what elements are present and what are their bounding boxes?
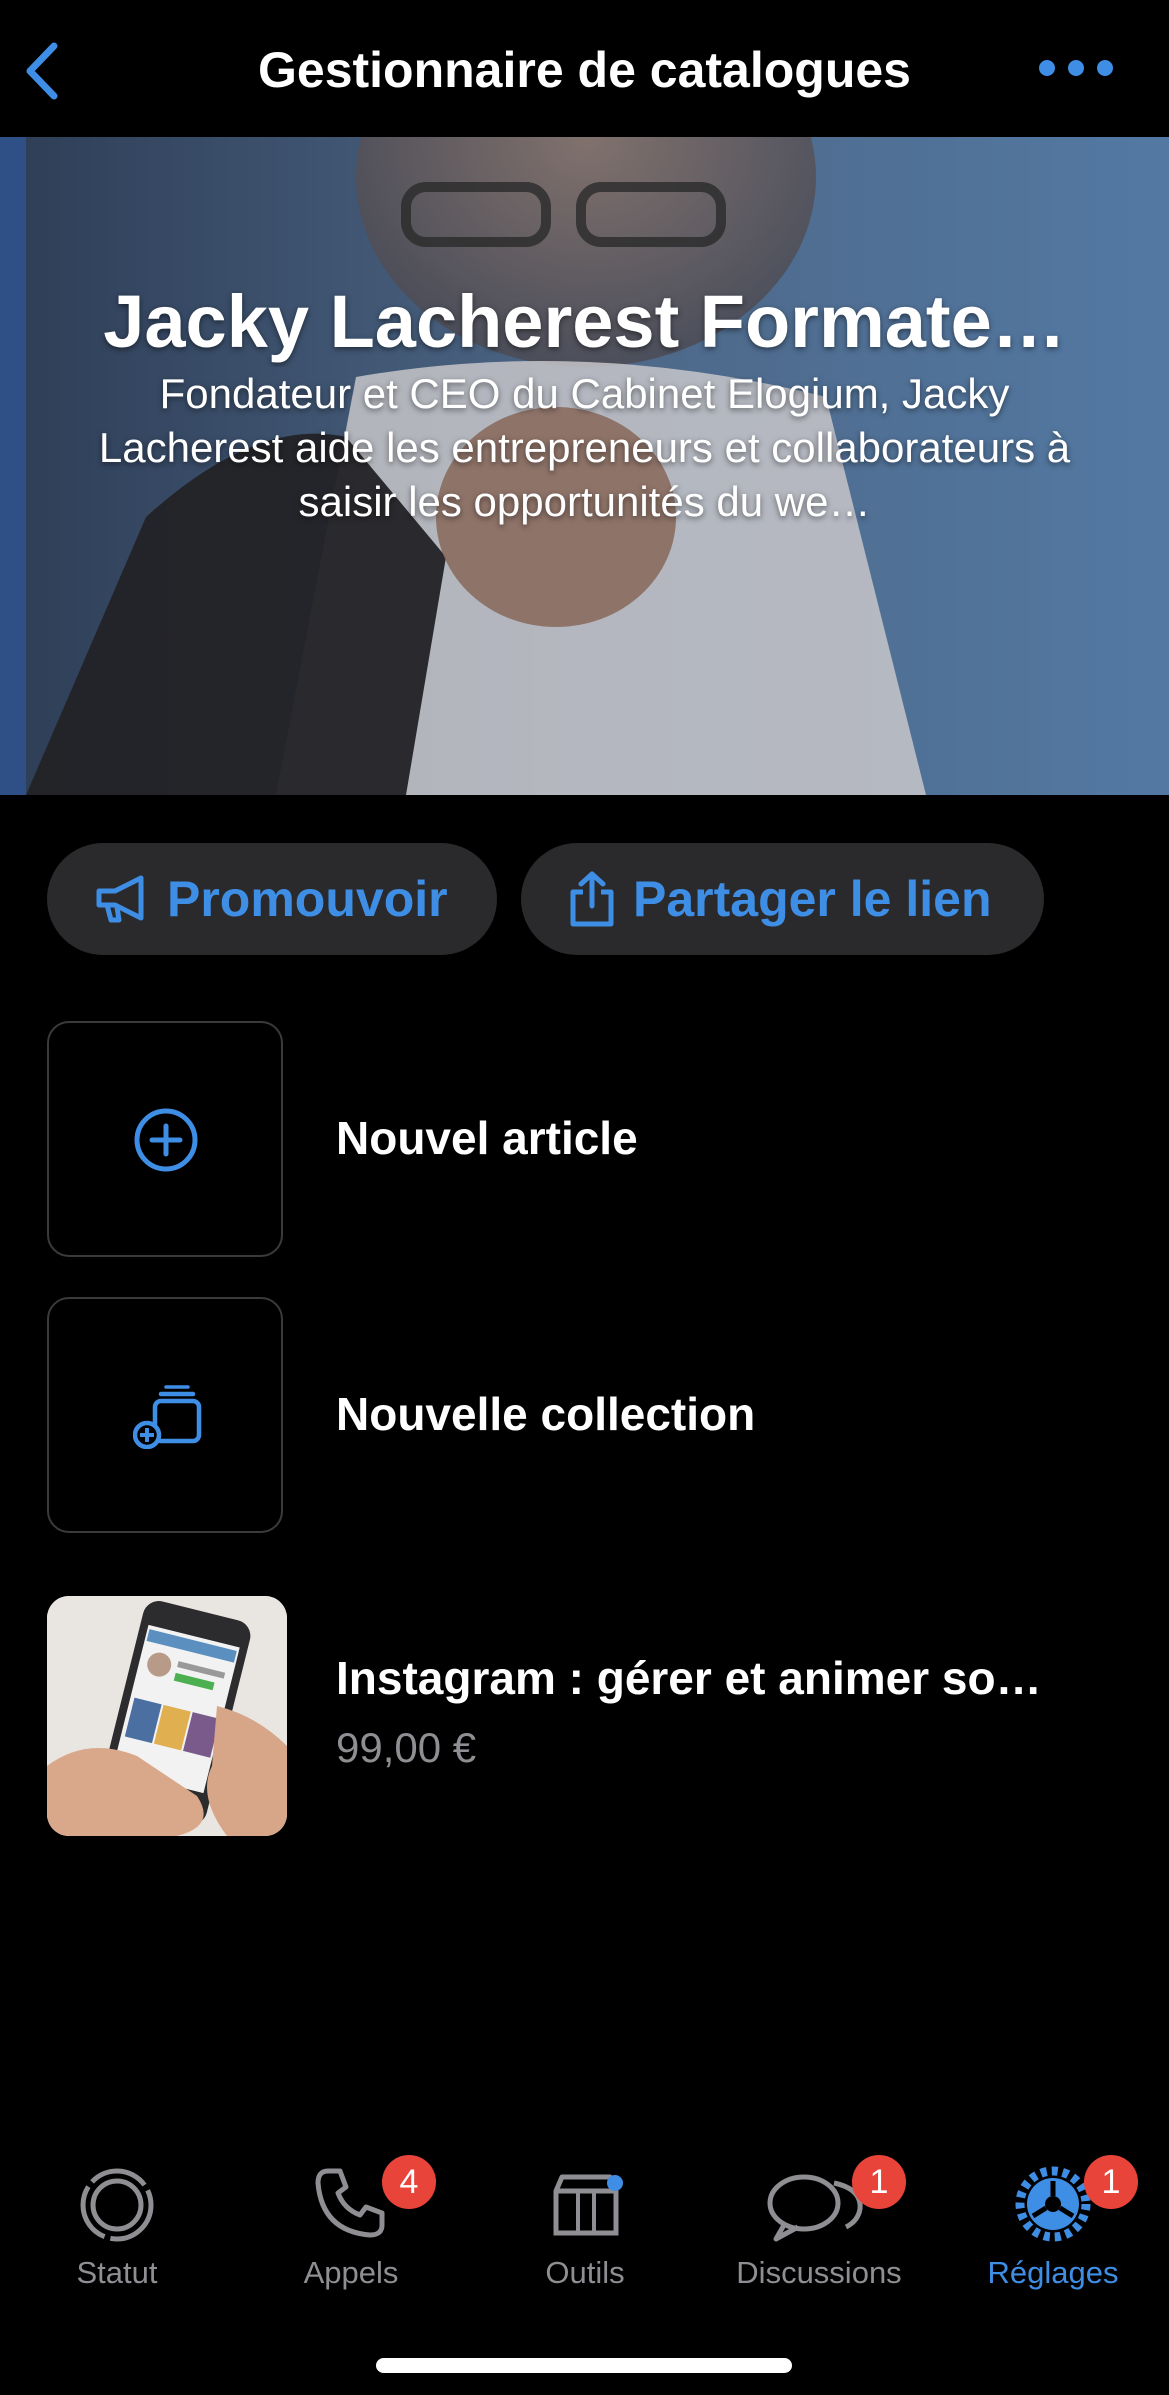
product-row[interactable]: Instagram : gérer et animer so… 99,00 € — [0, 1596, 1169, 1836]
add-collection-icon — [133, 1385, 202, 1449]
more-options-button[interactable] — [1035, 50, 1117, 86]
promote-button[interactable]: Promouvoir — [47, 843, 497, 955]
new-collection-tile — [47, 1297, 283, 1533]
tab-bar: Statut 4 Appels Outils 1 Discussions 1 R… — [0, 2125, 1169, 2395]
catalog-description: Fondateur et CEO du Cabinet Elogium, Jac… — [98, 370, 1071, 525]
status-icon — [80, 2168, 154, 2242]
new-collection-label: Nouvelle collection — [336, 1388, 756, 1440]
tab-status[interactable]: Statut — [0, 2125, 234, 2290]
tab-discussions[interactable]: 1 Discussions — [702, 2125, 936, 2290]
settings-gear-icon — [1015, 2166, 1091, 2242]
product-thumbnail — [47, 1596, 287, 1836]
settings-badge: 1 — [1084, 2155, 1138, 2209]
tab-discussions-label: Discussions — [736, 2255, 902, 2290]
catalog-title: Jacky Lacherest Formate… — [103, 280, 1066, 363]
new-item-tile — [47, 1021, 283, 1257]
share-link-label: Partager le lien — [633, 871, 992, 927]
tab-settings[interactable]: 1 Réglages — [936, 2125, 1169, 2290]
promote-label: Promouvoir — [167, 871, 448, 927]
catalog-cover[interactable]: Jacky Lacherest Formate… Fondateur et CE… — [0, 137, 1169, 795]
megaphone-icon — [96, 875, 144, 923]
product-price: 99,00 € — [336, 1724, 477, 1771]
discussions-badge: 1 — [852, 2155, 906, 2209]
tab-tools-label: Outils — [545, 2255, 625, 2290]
calls-badge: 4 — [382, 2155, 436, 2209]
cover-edge — [0, 137, 26, 795]
phone-icon — [315, 2168, 385, 2238]
home-indicator[interactable] — [376, 2358, 792, 2373]
ellipsis-icon — [1039, 60, 1113, 76]
tab-tools[interactable]: Outils — [468, 2125, 702, 2290]
tab-calls[interactable]: 4 Appels — [234, 2125, 468, 2290]
tools-dot-indicator — [607, 2175, 623, 2191]
tab-settings-label: Réglages — [987, 2255, 1119, 2290]
navigation-bar: Gestionnaire de catalogues — [0, 0, 1169, 137]
new-collection-row[interactable]: Nouvelle collection — [0, 1297, 1169, 1537]
share-icon — [570, 871, 614, 927]
tab-status-label: Statut — [76, 2255, 158, 2290]
page-title: Gestionnaire de catalogues — [258, 42, 911, 98]
share-link-button[interactable]: Partager le lien — [521, 843, 1044, 955]
new-item-label: Nouvel article — [336, 1112, 638, 1164]
plus-circle-icon — [134, 1108, 198, 1172]
tab-calls-label: Appels — [303, 2255, 399, 2290]
new-item-row[interactable]: Nouvel article — [0, 1021, 1169, 1261]
product-title: Instagram : gérer et animer so… — [336, 1652, 1042, 1704]
